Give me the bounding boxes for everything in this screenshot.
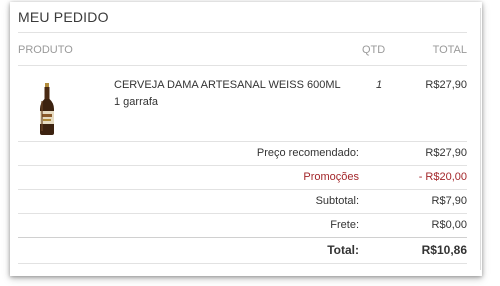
header-total: TOTAL <box>432 44 467 56</box>
divider <box>18 65 467 66</box>
divider <box>18 263 467 264</box>
divider <box>18 32 467 33</box>
order-title: MEU PEDIDO <box>18 9 109 25</box>
recommended-price-value: R$27,90 <box>425 147 467 159</box>
subtotal-label: Subtotal: <box>315 195 359 207</box>
product-unit: 1 garrafa <box>114 96 159 108</box>
total-value: R$10,86 <box>421 243 467 257</box>
divider <box>18 213 467 214</box>
recommended-price-label: Preço recomendado: <box>256 147 359 159</box>
product-total: R$27,90 <box>425 79 467 91</box>
beer-bottle-icon <box>40 83 54 135</box>
divider <box>18 189 467 190</box>
product-quantity: 1 <box>376 79 383 91</box>
subtotal-value: R$7,90 <box>431 195 467 207</box>
total-label: Total: <box>327 243 359 257</box>
product-name: CERVEJA DAMA ARTESANAL WEISS 600ML <box>114 79 341 91</box>
order-summary-panel: MEU PEDIDO E PRODUTO QTD TOTAL CERVEJA D… <box>10 2 482 276</box>
divider <box>18 141 467 142</box>
promotions-value: - R$20,00 <box>418 171 467 183</box>
header-product: PRODUTO <box>18 44 73 56</box>
promotions-label: Promoções <box>303 171 359 183</box>
shipping-value: R$0,00 <box>431 219 467 231</box>
divider <box>18 237 467 238</box>
panel-divider <box>480 8 481 270</box>
shipping-label: Frete: <box>330 219 359 231</box>
header-qty: QTD <box>362 44 386 56</box>
divider <box>18 165 467 166</box>
